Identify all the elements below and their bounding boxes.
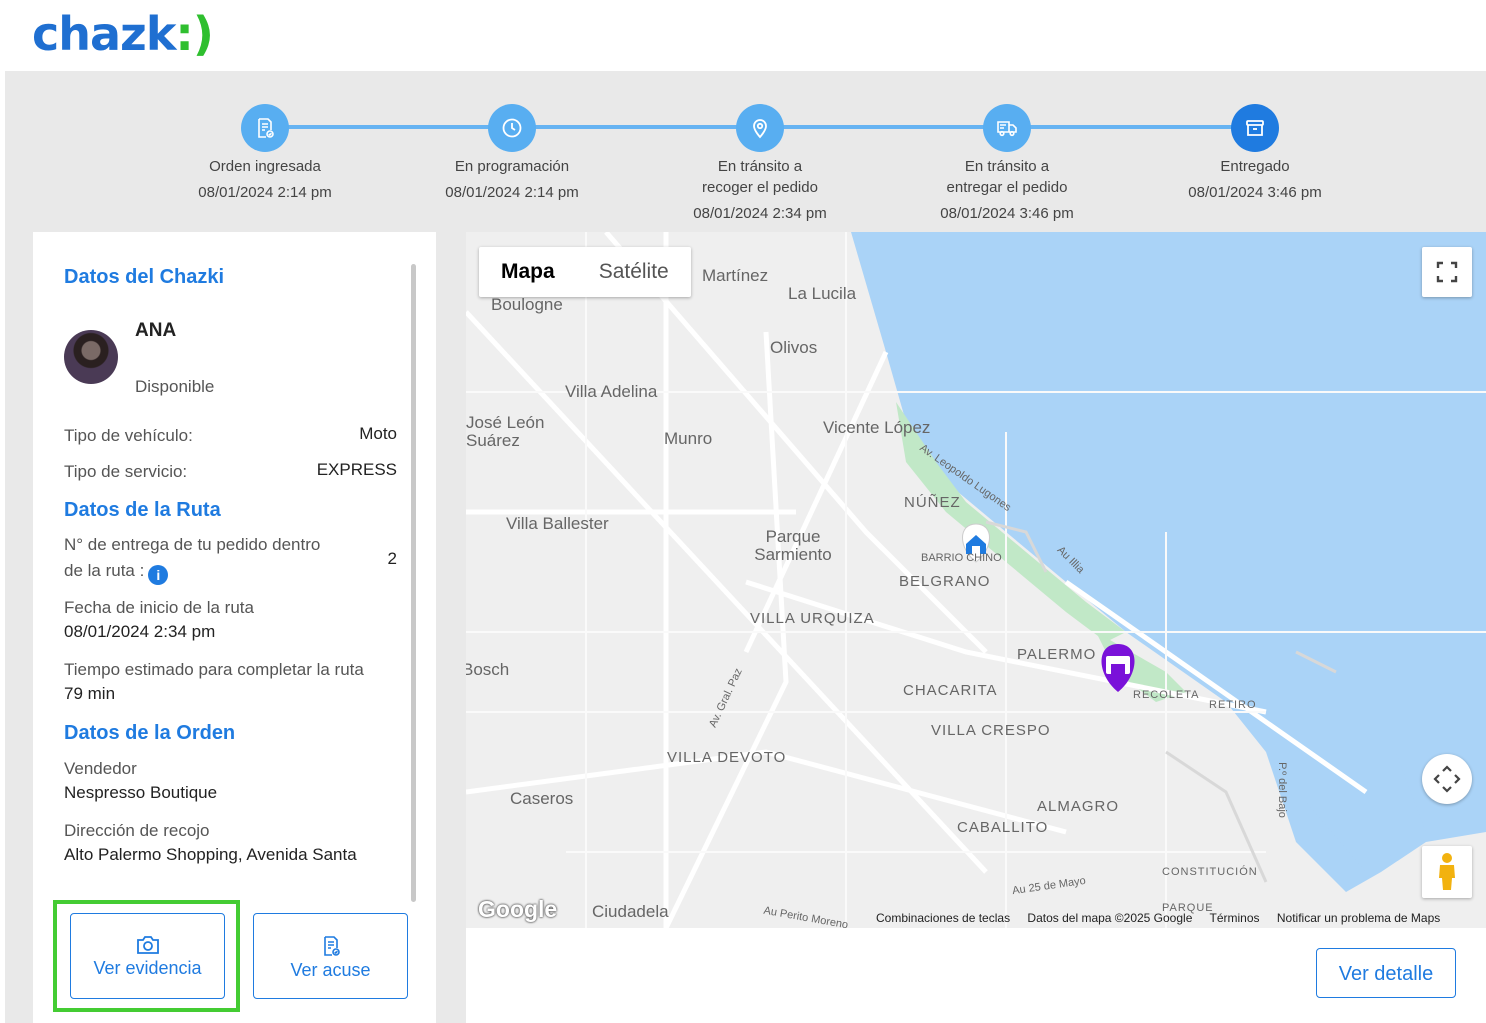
archive-box-icon (1231, 104, 1279, 152)
map-label: Caseros (510, 789, 574, 808)
map-footer: Ver detalle (466, 928, 1486, 1023)
step-label: entregar el pedido (946, 179, 1068, 196)
document-check-icon (323, 936, 340, 956)
view-receipt-label: Ver acuse (290, 960, 371, 980)
step-label: En tránsito a (964, 158, 1050, 175)
route-start-label: Fecha de inicio de la ruta (64, 598, 254, 617)
map-type-map-button[interactable]: Mapa (479, 247, 577, 297)
avatar (64, 330, 118, 384)
map-label: RETIRO (1209, 699, 1257, 711)
fullscreen-button[interactable] (1422, 247, 1472, 297)
map-label: Villa Ballester (506, 514, 609, 533)
map-label: PALERMO (1017, 646, 1097, 663)
map-type-satellite-button[interactable]: Satélite (577, 247, 691, 297)
terms-link[interactable]: Términos (1210, 911, 1260, 925)
step-date: 08/01/2024 2:14 pm (198, 184, 332, 201)
order-section-title: Datos de la Orden (64, 722, 236, 744)
step-label: En programación (454, 158, 570, 175)
map-label: VILLA CRESPO (931, 722, 1051, 739)
courier-status: Disponible (135, 377, 215, 396)
step-date: 08/01/2024 3:46 pm (940, 205, 1074, 222)
document-check-icon (241, 104, 289, 152)
pegman-icon (1439, 853, 1455, 890)
chazki-logo: chazk:) (32, 7, 214, 61)
map-label: Olivos (770, 338, 818, 357)
map-type-control: Mapa Satélite (479, 247, 691, 297)
location-pin-icon (736, 104, 784, 152)
service-value: EXPRESS (316, 460, 397, 479)
pickup-label: Dirección de recojo (64, 821, 210, 840)
keyboard-shortcuts-link[interactable]: Combinaciones de teclas (876, 911, 1010, 925)
chazki-section-title: Datos del Chazki (64, 266, 225, 288)
step-label: recoger el pedido (702, 179, 818, 196)
seller-value: Nespresso Boutique (64, 783, 218, 802)
step-label: Orden ingresada (209, 158, 321, 175)
clock-icon (488, 104, 536, 152)
step-date: 08/01/2024 2:14 pm (445, 184, 579, 201)
map-data-text: Datos del mapa ©2025 Google (1027, 911, 1193, 925)
map-label: Martínez (702, 266, 769, 285)
map-label: RECOLETA (1133, 689, 1200, 701)
street-view-pegman[interactable] (1422, 846, 1472, 898)
highlight-box (53, 900, 240, 1012)
step-date: 08/01/2024 3:46 pm (1188, 184, 1322, 201)
map-label: Parque Sarmiento (754, 527, 832, 564)
view-receipt-button[interactable]: Ver acuse (253, 913, 408, 999)
info-icon[interactable]: i (148, 565, 169, 585)
map-label: Boulogne (491, 295, 563, 314)
step-entregado: Entregado 08/01/2024 3:46 pm (1145, 104, 1365, 203)
camera-control-button[interactable] (1422, 754, 1472, 804)
map-label: VILLA URQUIZA (750, 610, 875, 627)
map-label: NÚÑEZ (904, 494, 961, 511)
route-eta-value: 79 min (64, 684, 116, 703)
map-label: Vicente López (823, 418, 931, 437)
map-label: Villa Adelina (565, 382, 658, 401)
service-label: Tipo de servicio: (64, 462, 188, 481)
scrollbar[interactable] (411, 264, 416, 902)
delivery-number-label: N° de entrega de tu pedido dentro (64, 535, 321, 554)
map-label: ALMAGRO (1037, 798, 1120, 815)
map-label: Bosch (466, 660, 510, 679)
map-attribution: Combinaciones de teclas Datos del mapa ©… (876, 911, 1454, 925)
step-en-programacion: En programación 08/01/2024 2:14 pm (402, 104, 622, 203)
route-section-title: Datos de la Ruta (64, 499, 221, 521)
route-eta-label: Tiempo estimado para completar la ruta (64, 660, 364, 679)
map[interactable]: Boulogne Martínez La Lucila Olivos Villa… (466, 232, 1486, 928)
report-problem-link[interactable]: Notificar un problema de Maps (1277, 911, 1440, 925)
map-label: P.º del Bajo (1275, 762, 1288, 818)
pickup-value: Alto Palermo Shopping, Avenida Santa (64, 845, 357, 864)
map-label: La Lucila (788, 284, 857, 303)
map-label: José León Suárez (466, 413, 545, 450)
map-label: Munro (664, 429, 713, 448)
step-label: En tránsito a (717, 158, 803, 175)
seller-label: Vendedor (64, 759, 137, 778)
map-label: CHACARITA (903, 682, 998, 699)
delivery-truck-icon (983, 104, 1031, 152)
map-label: BARRIO CHINO (921, 552, 1002, 564)
delivery-number-label-2: de la ruta :i (64, 561, 169, 585)
map-label: CABALLITO (957, 819, 1049, 836)
google-logo: Google (478, 896, 558, 922)
map-label: BELGRANO (899, 573, 991, 590)
move-arrows-icon (1433, 765, 1461, 793)
map-label: CONSTITUCIÓN (1162, 866, 1258, 878)
map-label: Ciudadela (592, 902, 669, 921)
route-start-value: 08/01/2024 2:34 pm (64, 622, 216, 641)
courier-name: ANA (135, 320, 177, 341)
delivery-number-value: 2 (387, 549, 397, 568)
vehicle-value: Moto (359, 424, 397, 443)
step-orden-ingresada: Orden ingresada 08/01/2024 2:14 pm (155, 104, 375, 203)
step-date: 08/01/2024 2:34 pm (693, 205, 827, 222)
step-transito-recoger: En tránsito a recoger el pedido 08/01/20… (650, 104, 870, 224)
fullscreen-icon (1436, 261, 1458, 283)
step-transito-entregar: En tránsito a entregar el pedido 08/01/2… (897, 104, 1117, 224)
view-detail-button[interactable]: Ver detalle (1316, 948, 1456, 998)
step-label: Entregado (1220, 158, 1290, 175)
vehicle-label: Tipo de vehículo: (64, 426, 193, 445)
map-label: VILLA DEVOTO (667, 749, 787, 766)
